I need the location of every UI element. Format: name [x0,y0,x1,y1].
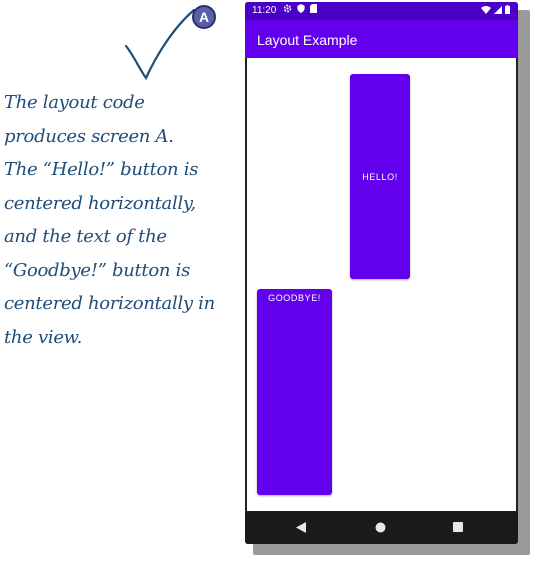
status-bar: 11:20 [245,2,518,20]
note-line: The layout code [4,92,145,113]
content-area: HELLO! GOODBYE! [247,58,516,511]
badge-letter: A [198,9,210,25]
app-bar: Layout Example [245,20,518,58]
navigation-bar [245,511,518,544]
checkmark-icon [124,8,196,81]
home-icon[interactable] [375,522,386,533]
sd-card-icon [310,4,317,13]
note-line: and the text of the [4,226,167,247]
wifi-icon [481,5,491,14]
app-title: Layout Example [257,32,358,48]
note-line: centered horizontally, [4,192,196,214]
annotation-note: The layout code produces screen A. The “… [4,86,234,354]
screen-a-badge: A [192,5,216,29]
settings-gear-icon [283,4,292,13]
recents-icon[interactable] [453,522,463,532]
signal-icon [494,5,502,14]
phone-frame: 11:20 Layout Example HELLO! GOODBYE! [245,2,518,544]
note-line: The “Hello!” button is [4,159,199,180]
goodbye-button-label: GOODBYE! [268,293,321,303]
note-line: “Goodbye!” button is [4,259,191,281]
hello-button[interactable]: HELLO! [350,74,410,279]
note-line: produces screen A. [4,125,174,147]
note-line: the view. [4,326,83,348]
battery-icon [505,5,510,14]
note-line: centered horizontally in [4,293,215,314]
goodbye-button[interactable]: GOODBYE! [257,289,332,495]
hello-button-label: HELLO! [362,171,398,182]
back-icon[interactable] [296,522,306,533]
status-time: 11:20 [252,5,277,16]
shield-icon [297,4,305,13]
